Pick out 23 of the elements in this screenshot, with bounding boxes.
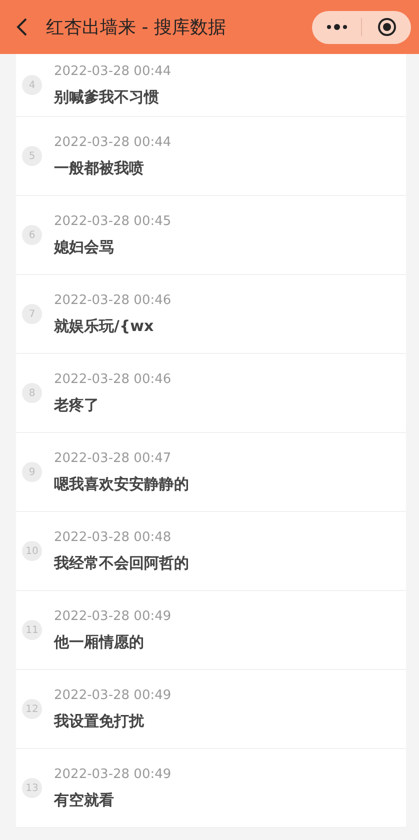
timestamp: 2022-03-28 00:48 — [54, 530, 172, 544]
timestamp: 2022-03-28 00:45 — [54, 214, 172, 228]
timestamp: 2022-03-28 00:46 — [54, 292, 172, 308]
message-text: 他一厢情愿的 — [54, 632, 145, 652]
timestamp: 2022-03-28 00:49 — [54, 688, 172, 702]
message-text: 嗯我喜欢安安静静的 — [54, 474, 189, 494]
timestamp: 2022-03-28 00:47 — [54, 450, 172, 466]
message-text: 一般都被我喷 — [54, 158, 145, 178]
timestamp: 2022-03-28 00:49 — [54, 608, 172, 624]
more-icon[interactable] — [326, 24, 348, 30]
message-text: 老疼了 — [54, 396, 100, 414]
message-text: 别喊爹我不习惯 — [54, 88, 160, 106]
message-text: 我设置免打扰 — [54, 712, 145, 730]
message-text: 就娱乐玩/{wx — [54, 316, 155, 336]
timestamp: 2022-03-28 00:46 — [54, 372, 172, 386]
message-text: 媳妇会骂 — [54, 238, 115, 256]
close-icon[interactable] — [376, 17, 396, 37]
page-title: 红杏出墙来 - 搜库数据 — [46, 16, 227, 39]
timestamp: 2022-03-28 00:44 — [54, 134, 172, 150]
message-text: 我经常不会回阿哲的 — [54, 554, 189, 572]
message-text: 有空就看 — [54, 790, 115, 810]
timestamp: 2022-03-28 00:49 — [54, 766, 172, 782]
timestamp: 2022-03-28 00:44 — [54, 64, 172, 78]
